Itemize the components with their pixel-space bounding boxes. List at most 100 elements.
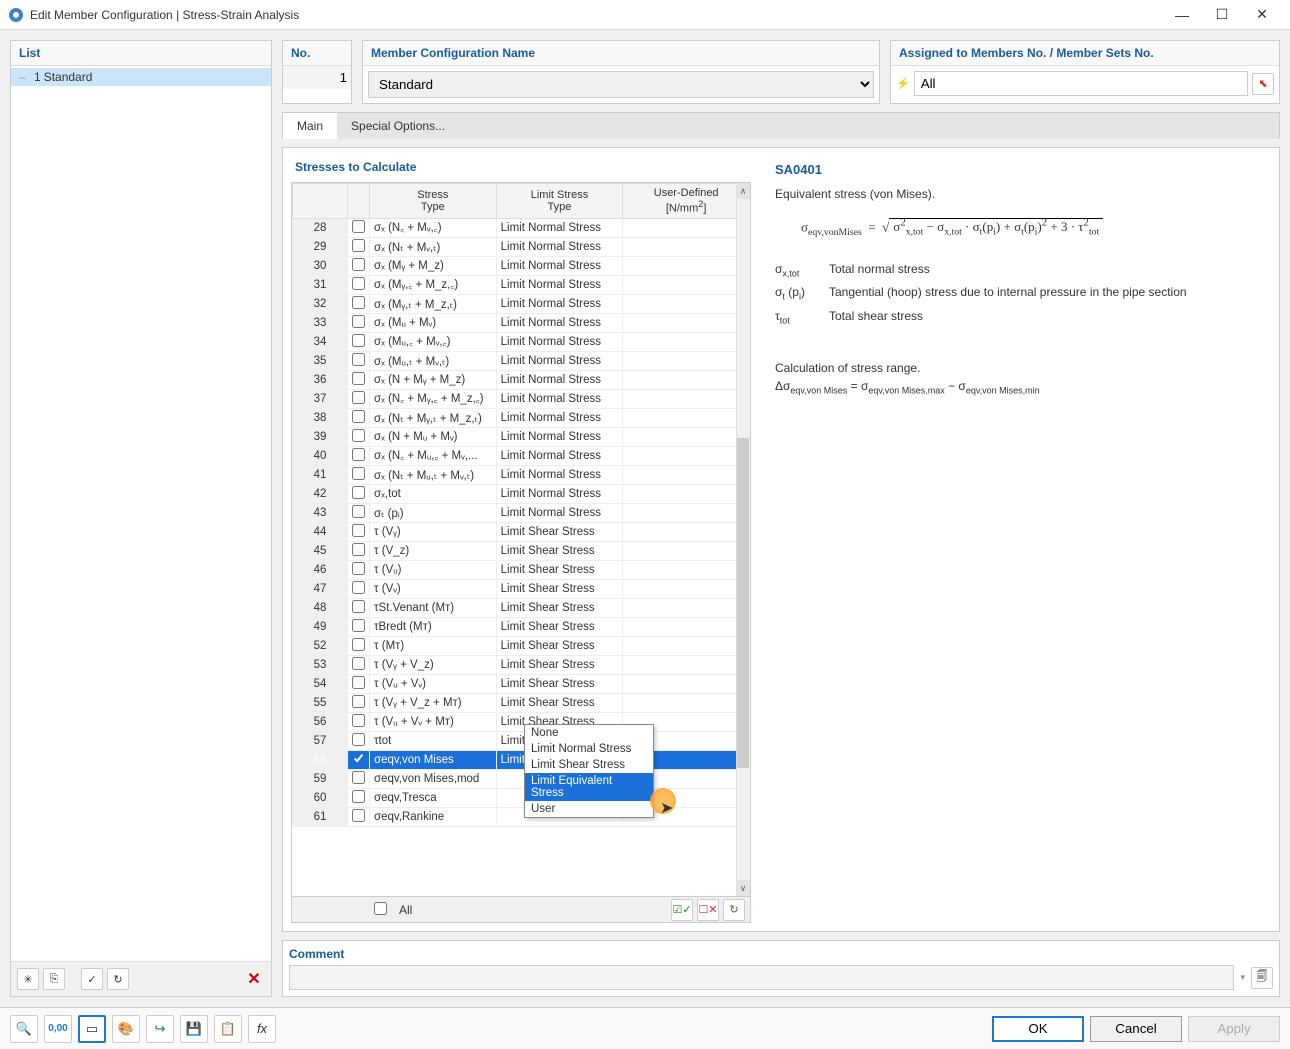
dropdown-option[interactable]: Limit Equivalent Stress xyxy=(525,773,653,801)
tree-item-standard[interactable]: – 1 Standard xyxy=(11,68,271,86)
row-checkbox[interactable] xyxy=(352,752,365,765)
table-row[interactable]: 28σₓ (N꜀ + Mᵥ,꜀)Limit Normal Stress xyxy=(293,218,750,237)
row-checkbox[interactable] xyxy=(352,372,365,385)
row-checkbox[interactable] xyxy=(352,486,365,499)
scroll-thumb[interactable] xyxy=(737,438,749,768)
row-checkbox[interactable] xyxy=(352,353,365,366)
row-checkbox[interactable] xyxy=(352,524,365,537)
row-checkbox[interactable] xyxy=(352,220,365,233)
table-row[interactable]: 44τ (Vᵧ)Limit Shear Stress xyxy=(293,522,750,541)
dropdown-option[interactable]: None xyxy=(525,725,653,741)
table-row[interactable]: 32σₓ (Mᵧ,ₜ + M_z,ₜ)Limit Normal Stress xyxy=(293,294,750,313)
pick-members-button[interactable]: ⬉ xyxy=(1252,73,1274,95)
row-checkbox[interactable] xyxy=(352,733,365,746)
table-row[interactable]: 47τ (Vᵥ)Limit Shear Stress xyxy=(293,579,750,598)
config-tree[interactable]: – 1 Standard xyxy=(11,66,271,961)
check-all[interactable] xyxy=(374,902,387,915)
table-row[interactable]: 52τ (Mᴛ)Limit Shear Stress xyxy=(293,636,750,655)
row-checkbox[interactable] xyxy=(352,277,365,290)
row-checkbox[interactable] xyxy=(352,543,365,556)
table-row[interactable]: 49τBredt (Mᴛ)Limit Shear Stress xyxy=(293,617,750,636)
table-row[interactable]: 35σₓ (Mᵤ,ₜ + Mᵥ,ₜ)Limit Normal Stress xyxy=(293,351,750,370)
row-checkbox[interactable] xyxy=(352,315,365,328)
table-row[interactable]: 31σₓ (Mᵧ,꜀ + M_z,꜀)Limit Normal Stress xyxy=(293,275,750,294)
table-row[interactable]: 42σₓ,totLimit Normal Stress xyxy=(293,484,750,503)
ok-button[interactable]: OK xyxy=(992,1016,1084,1042)
table-row[interactable]: 57τtotLimit Shear Stress xyxy=(293,731,750,750)
table-row[interactable]: 45τ (V_z)Limit Shear Stress xyxy=(293,541,750,560)
tab-special-options[interactable]: Special Options... xyxy=(337,113,459,139)
table-row[interactable]: 29σₓ (Nₜ + Mᵥ,ₜ)Limit Normal Stress xyxy=(293,237,750,256)
save-button[interactable]: 💾 xyxy=(180,1015,208,1043)
limit-stress-dropdown[interactable]: NoneLimit Normal StressLimit Shear Stres… xyxy=(524,724,654,818)
row-checkbox[interactable] xyxy=(352,334,365,347)
row-checkbox[interactable] xyxy=(352,410,365,423)
color-button[interactable]: 🎨 xyxy=(112,1015,140,1043)
check-all-button[interactable]: ☑✓ xyxy=(671,899,693,921)
check-button[interactable]: ✓ xyxy=(81,968,103,990)
dropdown-option[interactable]: Limit Normal Stress xyxy=(525,741,653,757)
row-checkbox[interactable] xyxy=(352,296,365,309)
row-checkbox[interactable] xyxy=(352,505,365,518)
new-config-button[interactable]: ✳ xyxy=(17,968,39,990)
delete-config-button[interactable]: ✕ xyxy=(243,968,265,990)
row-checkbox[interactable] xyxy=(352,657,365,670)
table-row[interactable]: 54τ (Vᵤ + Vᵥ)Limit Shear Stress xyxy=(293,674,750,693)
table-row[interactable]: 41σₓ (Nₜ + Mᵤ,ₜ + Mᵥ,ₜ)Limit Normal Stre… xyxy=(293,465,750,484)
row-checkbox[interactable] xyxy=(352,695,365,708)
row-checkbox[interactable] xyxy=(352,600,365,613)
table-row[interactable]: 48τSt.Venant (Mᴛ)Limit Shear Stress xyxy=(293,598,750,617)
dropdown-option[interactable]: Limit Shear Stress xyxy=(525,757,653,773)
table-row[interactable]: 36σₓ (N + Mᵧ + M_z)Limit Normal Stress xyxy=(293,370,750,389)
row-checkbox[interactable] xyxy=(352,790,365,803)
minimize-button[interactable]: — xyxy=(1162,1,1202,29)
refresh-button[interactable]: ↻ xyxy=(107,968,129,990)
assigned-input[interactable] xyxy=(914,71,1248,96)
maximize-button[interactable]: ☐ xyxy=(1202,1,1242,29)
table-row[interactable]: 46τ (Vᵤ)Limit Shear Stress xyxy=(293,560,750,579)
tab-main[interactable]: Main xyxy=(283,113,337,139)
table-row[interactable]: 37σₓ (N꜀ + Mᵧ,꜀ + M_z,꜀)Limit Normal Str… xyxy=(293,389,750,408)
export-button[interactable]: ↪ xyxy=(146,1015,174,1043)
table-row[interactable]: 40σₓ (N꜀ + Mᵤ,꜀ + Mᵥ,...Limit Normal Str… xyxy=(293,446,750,465)
view-button[interactable]: ▭ xyxy=(78,1015,106,1043)
cancel-button[interactable]: Cancel xyxy=(1090,1016,1182,1042)
table-row[interactable]: 55τ (Vᵧ + V_z + Mᴛ)Limit Shear Stress xyxy=(293,693,750,712)
copy-config-button[interactable]: ⎘ xyxy=(43,968,65,990)
row-checkbox[interactable] xyxy=(352,448,365,461)
comment-input[interactable] xyxy=(289,965,1234,990)
table-row[interactable]: 59σeqv,von Mises,mod xyxy=(293,769,750,788)
scroll-up-icon[interactable]: ∧ xyxy=(736,183,750,199)
table-row[interactable]: 53τ (Vᵧ + V_z)Limit Shear Stress xyxy=(293,655,750,674)
comment-lib-button[interactable]: 🗐 xyxy=(1251,967,1273,989)
row-checkbox[interactable] xyxy=(352,562,365,575)
table-row[interactable]: 39σₓ (N + Mᵤ + Mᵥ)Limit Normal Stress xyxy=(293,427,750,446)
table-vscrollbar[interactable]: ∧ ∨ xyxy=(736,183,750,896)
row-checkbox[interactable] xyxy=(352,619,365,632)
table-row[interactable]: 34σₓ (Mᵤ,꜀ + Mᵥ,꜀)Limit Normal Stress xyxy=(293,332,750,351)
row-checkbox[interactable] xyxy=(352,429,365,442)
table-row[interactable]: 30σₓ (Mᵧ + M_z)Limit Normal Stress xyxy=(293,256,750,275)
table-row[interactable]: 38σₓ (Nₜ + Mᵧ,ₜ + M_z,ₜ)Limit Normal Str… xyxy=(293,408,750,427)
uncheck-all-button[interactable]: ☐✕ xyxy=(697,899,719,921)
clipboard-button[interactable]: 📋 xyxy=(214,1015,242,1043)
table-row[interactable]: 43σₜ (pᵢ)Limit Normal Stress xyxy=(293,503,750,522)
row-checkbox[interactable] xyxy=(352,676,365,689)
table-row[interactable]: 58σeqv,von MisesLimit Equivalent S...▾ xyxy=(293,750,750,769)
row-checkbox[interactable] xyxy=(352,258,365,271)
table-row[interactable]: 56τ (Vᵤ + Vᵥ + Mᴛ)Limit Shear Stress xyxy=(293,712,750,731)
row-checkbox[interactable] xyxy=(352,809,365,822)
help-button[interactable]: 🔍 xyxy=(10,1015,38,1043)
table-row[interactable]: 60σeqv,Tresca xyxy=(293,788,750,807)
row-checkbox[interactable] xyxy=(352,391,365,404)
fx-button[interactable]: fx xyxy=(248,1015,276,1043)
close-button[interactable]: ✕ xyxy=(1242,1,1282,29)
table-row[interactable]: 33σₓ (Mᵤ + Mᵥ)Limit Normal Stress xyxy=(293,313,750,332)
name-input[interactable]: Standard xyxy=(368,71,874,98)
scroll-down-icon[interactable]: ∨ xyxy=(736,880,750,896)
row-checkbox[interactable] xyxy=(352,239,365,252)
reset-all-button[interactable]: ↻ xyxy=(723,899,745,921)
no-input[interactable] xyxy=(283,66,351,89)
row-checkbox[interactable] xyxy=(352,638,365,651)
row-checkbox[interactable] xyxy=(352,581,365,594)
